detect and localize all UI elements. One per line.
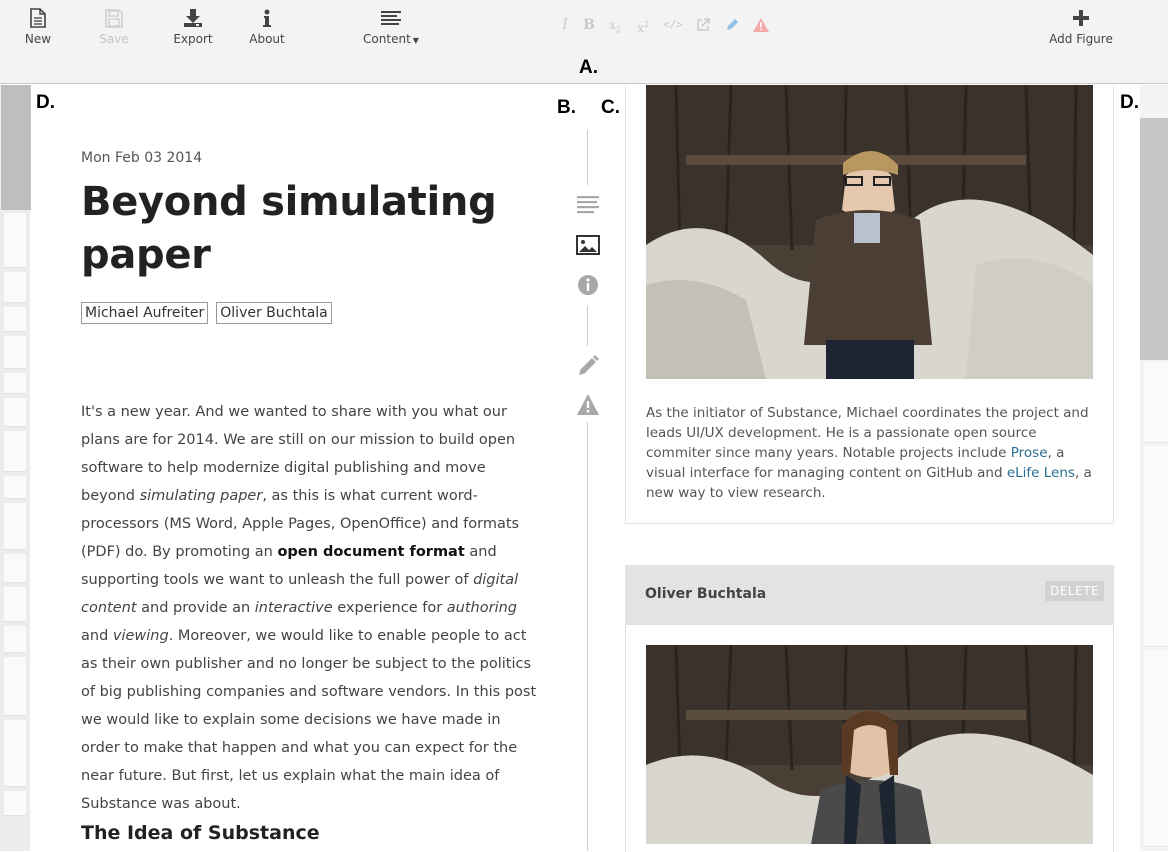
superscript-icon[interactable]: x2 (634, 16, 652, 35)
bold-icon[interactable]: B (580, 16, 598, 34)
figure-caption[interactable]: As the initiator of Substance, Michael c… (646, 403, 1096, 503)
figure-title[interactable]: Oliver Buchtala (645, 586, 766, 602)
warning-icon[interactable] (576, 393, 600, 417)
document-header: Mon Feb 03 2014 Beyond simulating paper … (81, 150, 551, 325)
minimap-block (4, 791, 26, 816)
minimap-block (1144, 446, 1168, 647)
minimap-block (4, 373, 26, 394)
info-icon (263, 9, 271, 27)
minimap-block (1144, 650, 1168, 847)
emphasis-text: simulating paper (139, 488, 263, 504)
strong-text: open document format (277, 544, 465, 560)
minimap-block (4, 307, 26, 332)
minimap-block (4, 503, 26, 550)
minimap-block (4, 720, 26, 787)
rail-divider (587, 306, 588, 346)
image-icon[interactable] (576, 233, 600, 257)
document-date: Mon Feb 03 2014 (81, 150, 203, 166)
add-figure-label: Add Figure (1049, 32, 1113, 46)
section-heading[interactable]: The Idea of Substance (81, 822, 320, 844)
elife-lens-link[interactable]: eLife Lens (1007, 465, 1075, 481)
person-photo (646, 645, 1093, 844)
code-icon[interactable]: </> (663, 16, 683, 34)
minimap-block (4, 398, 26, 427)
download-icon (184, 9, 202, 27)
author-chip[interactable]: Michael Aufreiter (81, 302, 209, 324)
minimap-block (4, 657, 26, 716)
figure-card-header: Oliver Buchtala DELETE (625, 565, 1114, 625)
save-icon (105, 9, 123, 28)
text-run: and provide an (136, 600, 255, 616)
minimap-block (4, 554, 26, 583)
pencil-icon[interactable] (576, 354, 600, 378)
subscript-icon[interactable]: x2 (606, 16, 624, 34)
region-label-d-left: D. (36, 92, 55, 113)
region-label-c: C. (601, 97, 620, 118)
minimap-block (4, 431, 26, 472)
warning-icon[interactable] (752, 16, 770, 34)
emphasis-text: interactive (254, 600, 333, 616)
emphasis-text: viewing (112, 628, 169, 644)
new-button[interactable]: New (22, 8, 54, 46)
rail-divider (587, 130, 588, 185)
content-menu-button[interactable]: Content ▼ (360, 8, 422, 46)
paragraph-icon[interactable] (576, 193, 600, 217)
content-label: Content (363, 32, 411, 46)
align-left-icon (381, 11, 401, 25)
emphasis-text: authoring (446, 600, 517, 616)
delete-button[interactable]: DELETE (1044, 581, 1104, 601)
plus-icon (1073, 10, 1089, 26)
caret-down-icon: ▼ (412, 36, 419, 45)
minimap-viewport[interactable] (1, 85, 31, 210)
new-document-icon (30, 8, 46, 28)
author-chip[interactable]: Oliver Buchtala (216, 302, 332, 324)
info-icon[interactable] (576, 273, 600, 297)
pencil-icon[interactable] (723, 16, 741, 34)
add-figure-button[interactable]: Add Figure (1048, 8, 1114, 46)
minimap-block (4, 626, 26, 653)
text-run: . Moreover, we would like to enable peop… (81, 628, 537, 812)
export-label: Export (173, 32, 213, 46)
link-icon[interactable] (694, 16, 712, 34)
about-label: About (249, 32, 285, 46)
person-photo (646, 85, 1093, 379)
minimap-block (4, 587, 26, 622)
rail-divider (587, 422, 588, 851)
save-button[interactable]: Save (98, 8, 130, 46)
text-run: experience for (332, 600, 447, 616)
author-list: Michael Aufreiter Oliver Buchtala (81, 302, 551, 325)
export-button[interactable]: Export (173, 8, 213, 46)
italic-icon[interactable]: I (556, 16, 574, 34)
document-title[interactable]: Beyond simulating paper (81, 176, 501, 282)
prose-link[interactable]: Prose (1011, 445, 1048, 461)
minimap-block (1144, 362, 1168, 443)
region-label-a: A. (579, 57, 598, 78)
document-paragraph[interactable]: It's a new year. And we wanted to share … (81, 398, 543, 818)
save-label: Save (99, 32, 129, 46)
region-label-b: B. (557, 97, 576, 118)
about-button[interactable]: About (247, 8, 287, 46)
region-label-d-right: D. (1120, 92, 1139, 113)
minimap-block (4, 336, 26, 369)
minimap-block (4, 213, 26, 268)
minimap-block (4, 476, 26, 499)
minimap-block (4, 272, 26, 303)
panel-minimap-viewport[interactable] (1140, 118, 1168, 360)
new-label: New (24, 32, 52, 46)
text-run: and (81, 628, 113, 644)
